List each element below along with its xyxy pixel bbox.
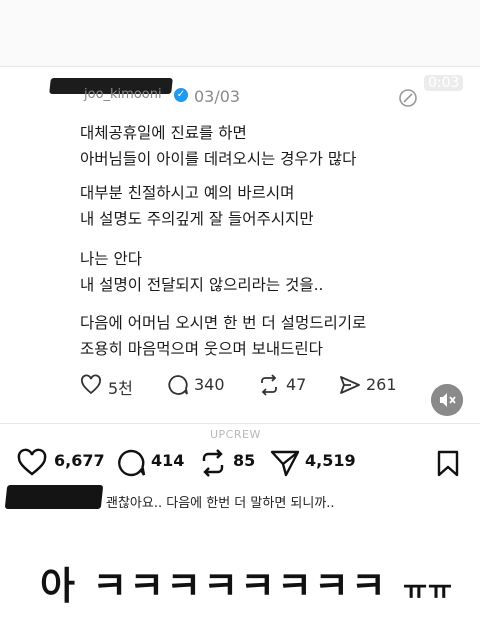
- post-repost-count: 47: [286, 375, 307, 394]
- post-line-1: 대체공휴일에 진료를 하면: [80, 124, 247, 142]
- verified-badge-icon: ✓: [174, 88, 188, 102]
- like-heart-icon[interactable]: [16, 447, 48, 479]
- post-like-count: 5천: [108, 379, 133, 398]
- comment-count: 414: [151, 451, 185, 470]
- post-line-8: 조용히 마음먹으며 웃으며 보내드린다: [80, 340, 323, 358]
- share-count: 4,519: [305, 451, 356, 470]
- watermark: UPCREW: [210, 428, 261, 441]
- comment-icon[interactable]: [166, 373, 190, 397]
- post-line-6: 내 설명이 전달되지 않으리라는 것을..: [80, 276, 324, 294]
- post-line-4: 내 설명도 주의깊게 잘 들어주시지만: [80, 210, 314, 228]
- repost-arrows-icon[interactable]: [197, 447, 229, 479]
- repost-count: 85: [233, 451, 256, 470]
- video-time-badge: 0:03: [424, 75, 464, 91]
- repost-icon[interactable]: [257, 373, 281, 397]
- post-share-count: 261: [366, 375, 397, 394]
- post-line-7: 다음에 어머님 오시면 한 번 더 설멍드리기로: [80, 314, 367, 332]
- mute-icon[interactable]: [431, 384, 463, 416]
- edit-icon[interactable]: [398, 88, 418, 108]
- post-line-5: 나는 안다: [80, 250, 142, 268]
- share-icon[interactable]: [338, 373, 362, 397]
- post-line-3: 대부분 친절하시고 예의 바르시며: [80, 184, 295, 202]
- post-username[interactable]: joo_kimooni: [84, 87, 162, 102]
- post-index: 03/03: [194, 87, 241, 106]
- reaction-tail: ㅠㅠ: [403, 576, 453, 606]
- bookmark-icon[interactable]: [434, 449, 462, 477]
- post-comment-count: 340: [194, 375, 225, 394]
- threads-post-card: joo_kimooni ✓ 03/03 0:03 대체공휴일에 진료를 하면 아…: [0, 66, 480, 424]
- comment-bubble-icon[interactable]: [115, 447, 147, 479]
- top-blank-area: [0, 0, 480, 66]
- like-count: 6,677: [54, 451, 105, 470]
- send-icon[interactable]: [269, 447, 301, 479]
- reaction-caption: 아 ㅋㅋㅋㅋㅋㅋㅋㅋ ㅠㅠ: [40, 555, 453, 610]
- post-line-2: 아버님들이 아이를 데려오시는 경우가 많다: [80, 150, 357, 168]
- commenter-redaction: [4, 485, 104, 509]
- heart-icon[interactable]: [79, 373, 103, 397]
- comment-text: 괜찮아요.. 다음에 한번 더 말하면 되니까..: [106, 496, 335, 511]
- reaction-main: 아 ㅋㅋㅋㅋㅋㅋㅋㅋ: [40, 564, 388, 608]
